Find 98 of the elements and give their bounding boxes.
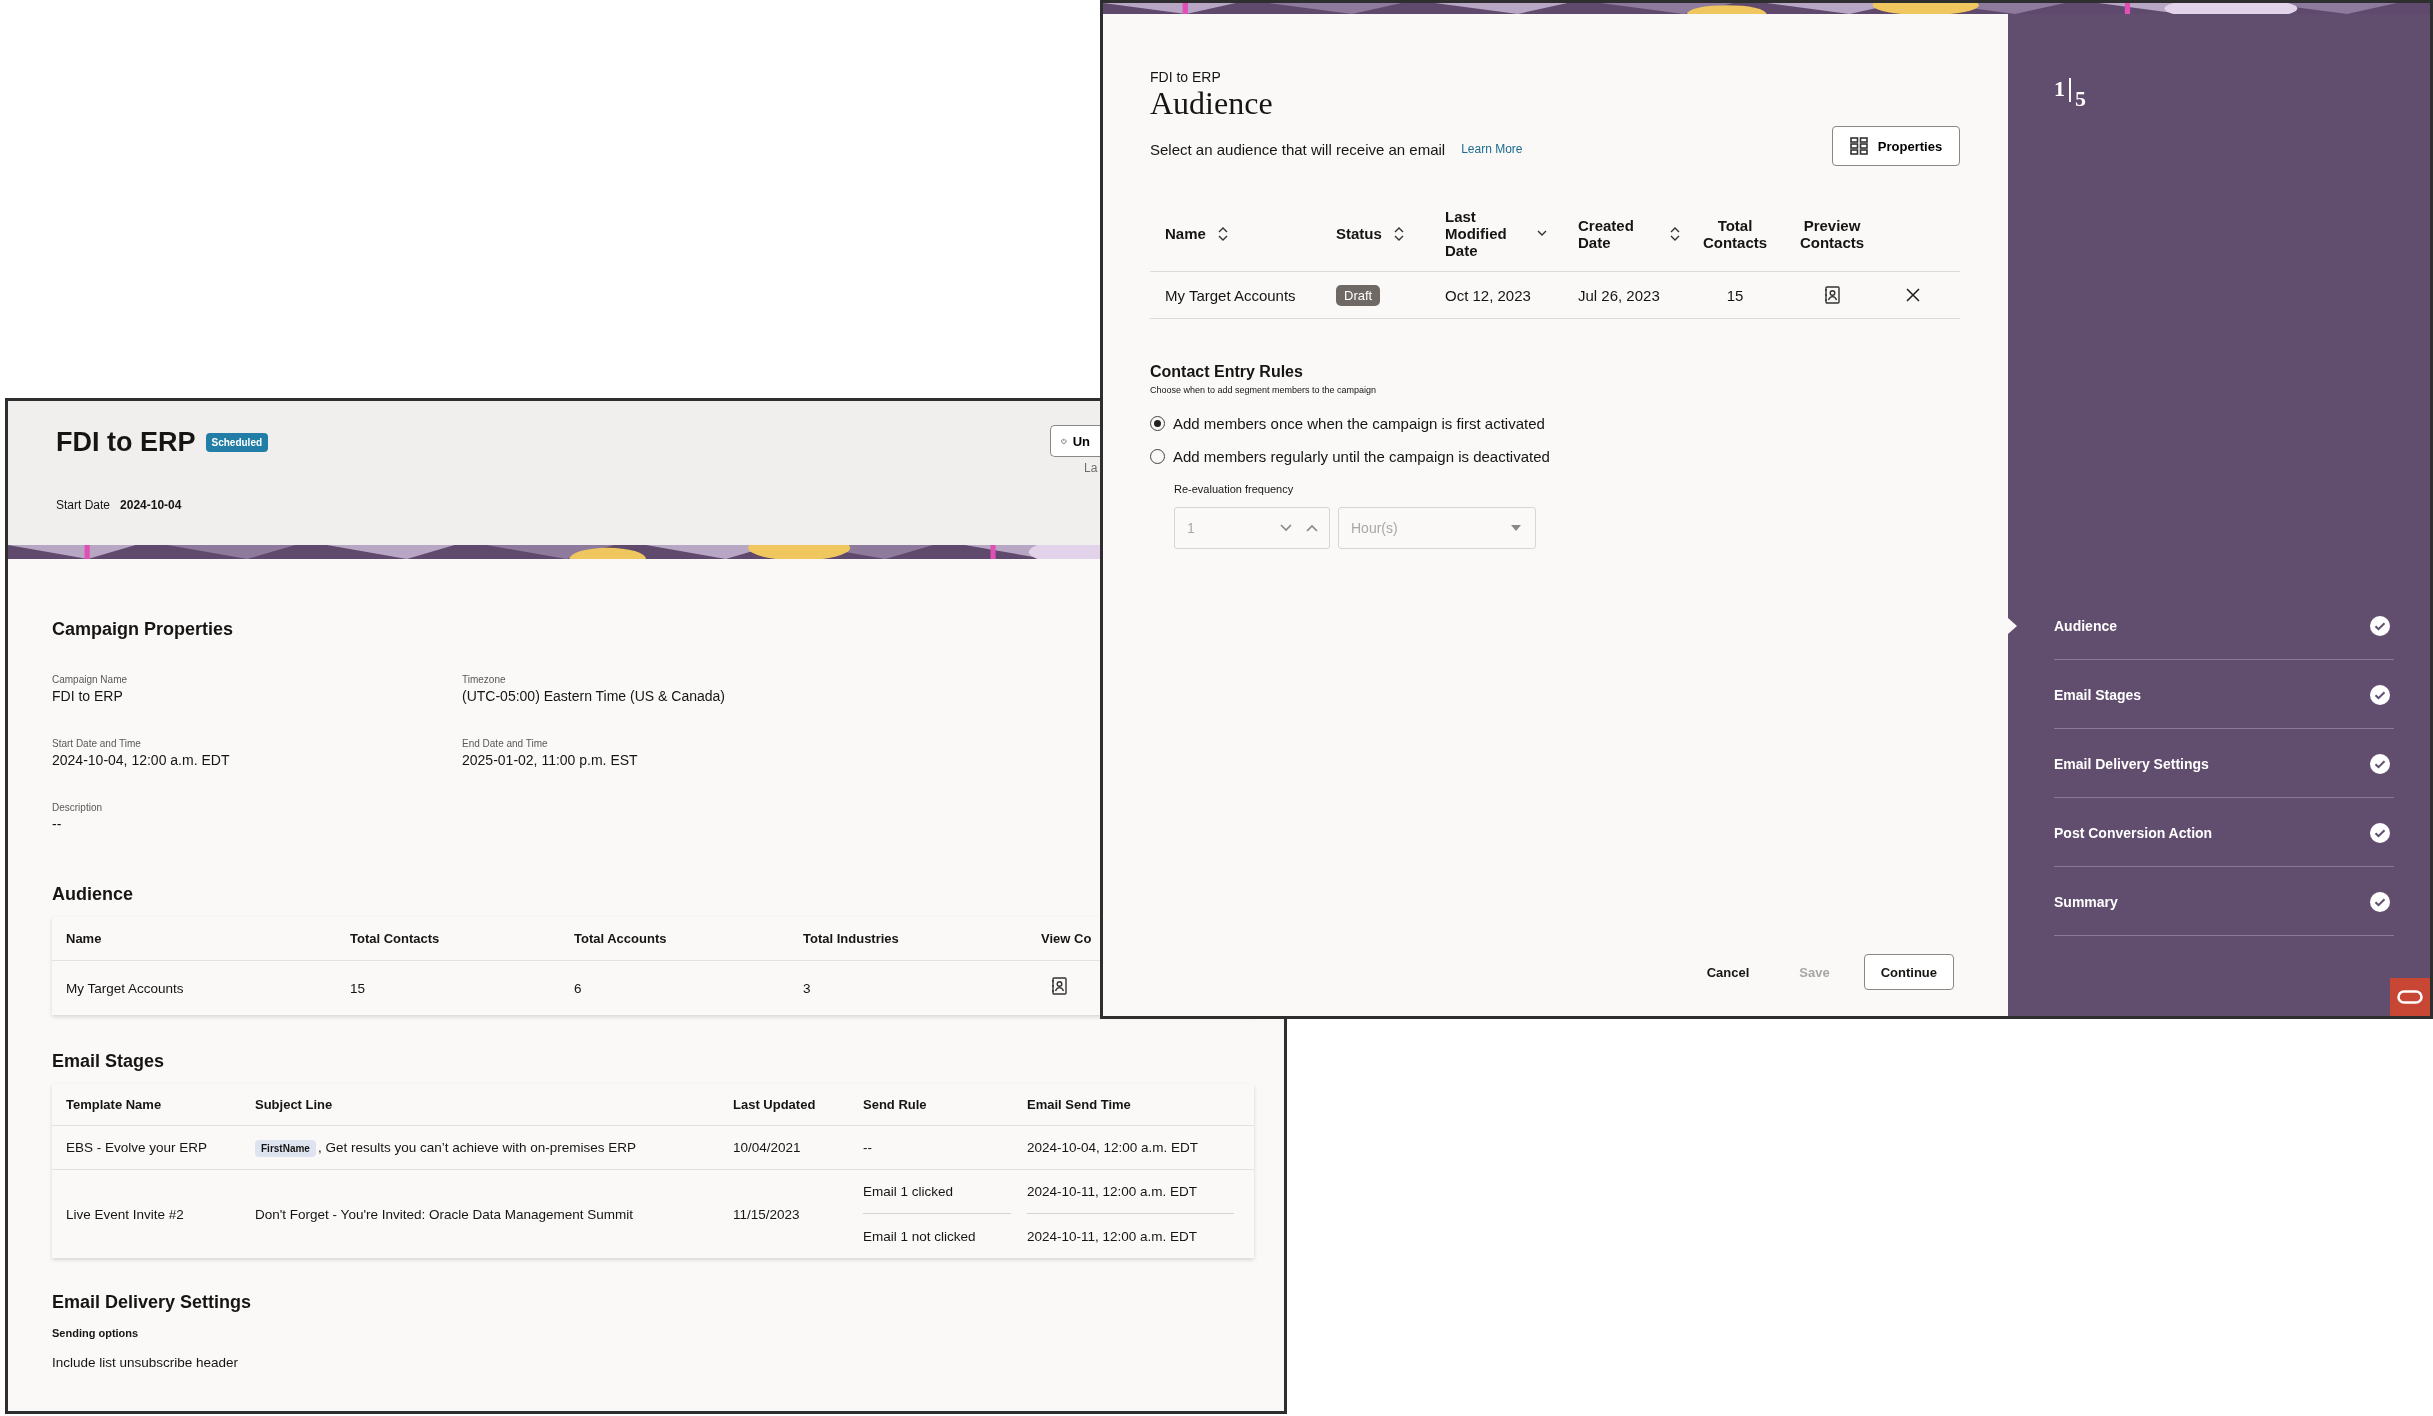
footer-button[interactable]: Continue	[1863, 954, 1954, 990]
field-value: --	[52, 816, 63, 832]
sort-descending-icon[interactable]	[1537, 230, 1547, 237]
column-header: Name	[1165, 225, 1206, 242]
column-header: Created Date	[1578, 216, 1635, 251]
table-cell-text: 3	[803, 980, 812, 996]
column-header: Total Industries	[803, 931, 900, 946]
section-hint: Choose when to add segment members to the campaign	[1150, 385, 1378, 395]
wizard-step[interactable]: Email Stages	[2008, 660, 2394, 729]
table-cell: Jul 26, 2023	[1578, 286, 1660, 304]
total-steps: 5	[2075, 86, 2086, 112]
column-header: Template Name	[66, 1097, 163, 1112]
field-label: End Date and Time	[462, 738, 549, 749]
table-cell-text: Email 1 not clicked	[863, 1227, 977, 1246]
check-circle-icon	[2370, 753, 2390, 774]
column-header: Total Accounts	[574, 931, 668, 946]
check-circle-icon	[2370, 615, 2390, 636]
increment-icon	[1306, 524, 1318, 532]
field-value: Include list unsubscribe header	[52, 1355, 240, 1370]
column-header: Subject Line	[255, 1097, 334, 1112]
check-circle-icon	[2370, 822, 2390, 843]
grid-icon	[1849, 137, 1868, 155]
dropdown-icon	[1511, 525, 1521, 531]
check-circle-icon	[2370, 891, 2390, 912]
table-cell-text: EBS - Evolve your ERP	[66, 1140, 209, 1155]
remove-button[interactable]	[1906, 288, 1920, 302]
table-cell-text: My Target Accounts	[66, 980, 185, 996]
status-badge: Scheduled	[205, 433, 269, 452]
column-header: Name	[66, 931, 103, 946]
status-badge: Draft	[1336, 284, 1381, 306]
column-header: Last Modified Date	[1445, 208, 1508, 259]
properties-button[interactable]: Properties	[1832, 126, 1960, 166]
oval-logo-icon	[2397, 990, 2423, 1004]
sort-icon[interactable]	[1217, 226, 1228, 241]
wizard-step[interactable]: Email Delivery Settings	[2008, 729, 2394, 798]
column-header: Preview Contacts	[1798, 216, 1866, 251]
section-heading: Audience	[52, 884, 135, 905]
current-step: 1	[2054, 76, 2065, 102]
section-heading: Email Delivery Settings	[52, 1292, 253, 1313]
table-cell-text: 11/15/2023	[733, 1206, 801, 1222]
table-cell-text: 2024-10-11, 12:00 a.m. EDT	[1027, 1227, 1199, 1246]
start-date-value: 2024-10-04	[120, 498, 182, 512]
column-header: Email Send Time	[1027, 1097, 1132, 1112]
contact-card-icon	[1051, 977, 1067, 995]
field-label: Start Date and Time	[52, 738, 142, 749]
table-cell: Oct 12, 2023	[1445, 286, 1531, 304]
section-heading: Contact Entry Rules	[1150, 363, 1304, 381]
field-label: Re-evaluation frequency	[1174, 483, 1295, 495]
sort-icon[interactable]	[1393, 226, 1404, 241]
column-header: Status	[1336, 225, 1382, 242]
section-heading: Campaign Properties	[52, 619, 235, 640]
table-cell-text: 6	[574, 980, 583, 996]
merge-field-token: FirstName	[255, 1140, 316, 1157]
breadcrumb: FDI to ERP	[1150, 69, 1222, 85]
table-cell-text: 15	[350, 980, 367, 996]
campaign-title: FDI to ERP	[56, 427, 196, 458]
field-label: Sending options	[52, 1327, 140, 1339]
table-cell: Email 1 clicked	[863, 1170, 1011, 1214]
start-date-label: Start Date	[56, 498, 111, 512]
field-label: Timezone	[462, 674, 507, 685]
table-cell-text: Live Event Invite #2	[66, 1206, 185, 1222]
field-value: (UTC-05:00) Eastern Time (US & Canada)	[462, 688, 726, 704]
header-button[interactable]: Un	[1050, 425, 1100, 457]
decrement-icon	[1280, 524, 1292, 532]
column-header: Send Rule	[863, 1097, 928, 1112]
wizard-step[interactable]: Audience	[2008, 591, 2394, 660]
radio-option[interactable]: Add members once when the campaign is first activated	[1150, 415, 1960, 432]
table-cell-text: 2024-10-04, 12:00 a.m. EDT	[1027, 1139, 1200, 1157]
table-cell: FirstName , Get results you can’t achieve with on-premises ERP	[255, 1140, 733, 1155]
radio-option[interactable]: Add members regularly until the campaign is deactivated	[1150, 448, 1960, 465]
table-cell-text: Don't Forget - You're Invited: Oracle Data Management Summit	[255, 1206, 635, 1222]
dialog-subtitle: Select an audience that will receive an email	[1150, 140, 1446, 158]
wizard-step[interactable]: Post Conversion Action	[2008, 798, 2394, 867]
preview-button[interactable]	[1824, 286, 1840, 304]
footer-button[interactable]: Cancel	[1690, 954, 1766, 990]
sort-icon[interactable]	[1670, 226, 1680, 241]
contact-card-icon	[1824, 286, 1840, 304]
table-cell: My Target Accounts	[1165, 286, 1296, 304]
field-value: 2024-10-04, 12:00 a.m. EDT	[52, 752, 231, 768]
field-value: 2025-01-02, 11:00 p.m. EST	[462, 752, 639, 768]
field-label: Description	[52, 802, 104, 813]
field-value: FDI to ERP	[52, 688, 124, 704]
close-icon	[1906, 288, 1920, 302]
check-circle-icon	[2370, 684, 2390, 705]
column-header: Total Contacts	[1701, 216, 1769, 251]
wizard-step[interactable]: Summary	[2008, 867, 2394, 936]
dialog-title: Audience	[1150, 85, 1274, 122]
learn-more-link[interactable]: Learn More	[1461, 142, 1523, 156]
column-header: Total Contacts	[350, 931, 441, 946]
table-cell: 2024-10-11, 12:00 a.m. EDT	[1027, 1170, 1234, 1214]
section-heading: Email Stages	[52, 1051, 166, 1072]
header-note: La	[1084, 461, 1098, 475]
table-cell: 15	[1726, 286, 1744, 304]
column-header: View Co	[1041, 931, 1093, 946]
table-cell-text: 10/04/2021	[733, 1140, 802, 1155]
table-cell-text: --	[863, 1139, 873, 1157]
column-header: Last Updated	[733, 1097, 817, 1112]
field-label: Campaign Name	[52, 674, 129, 685]
